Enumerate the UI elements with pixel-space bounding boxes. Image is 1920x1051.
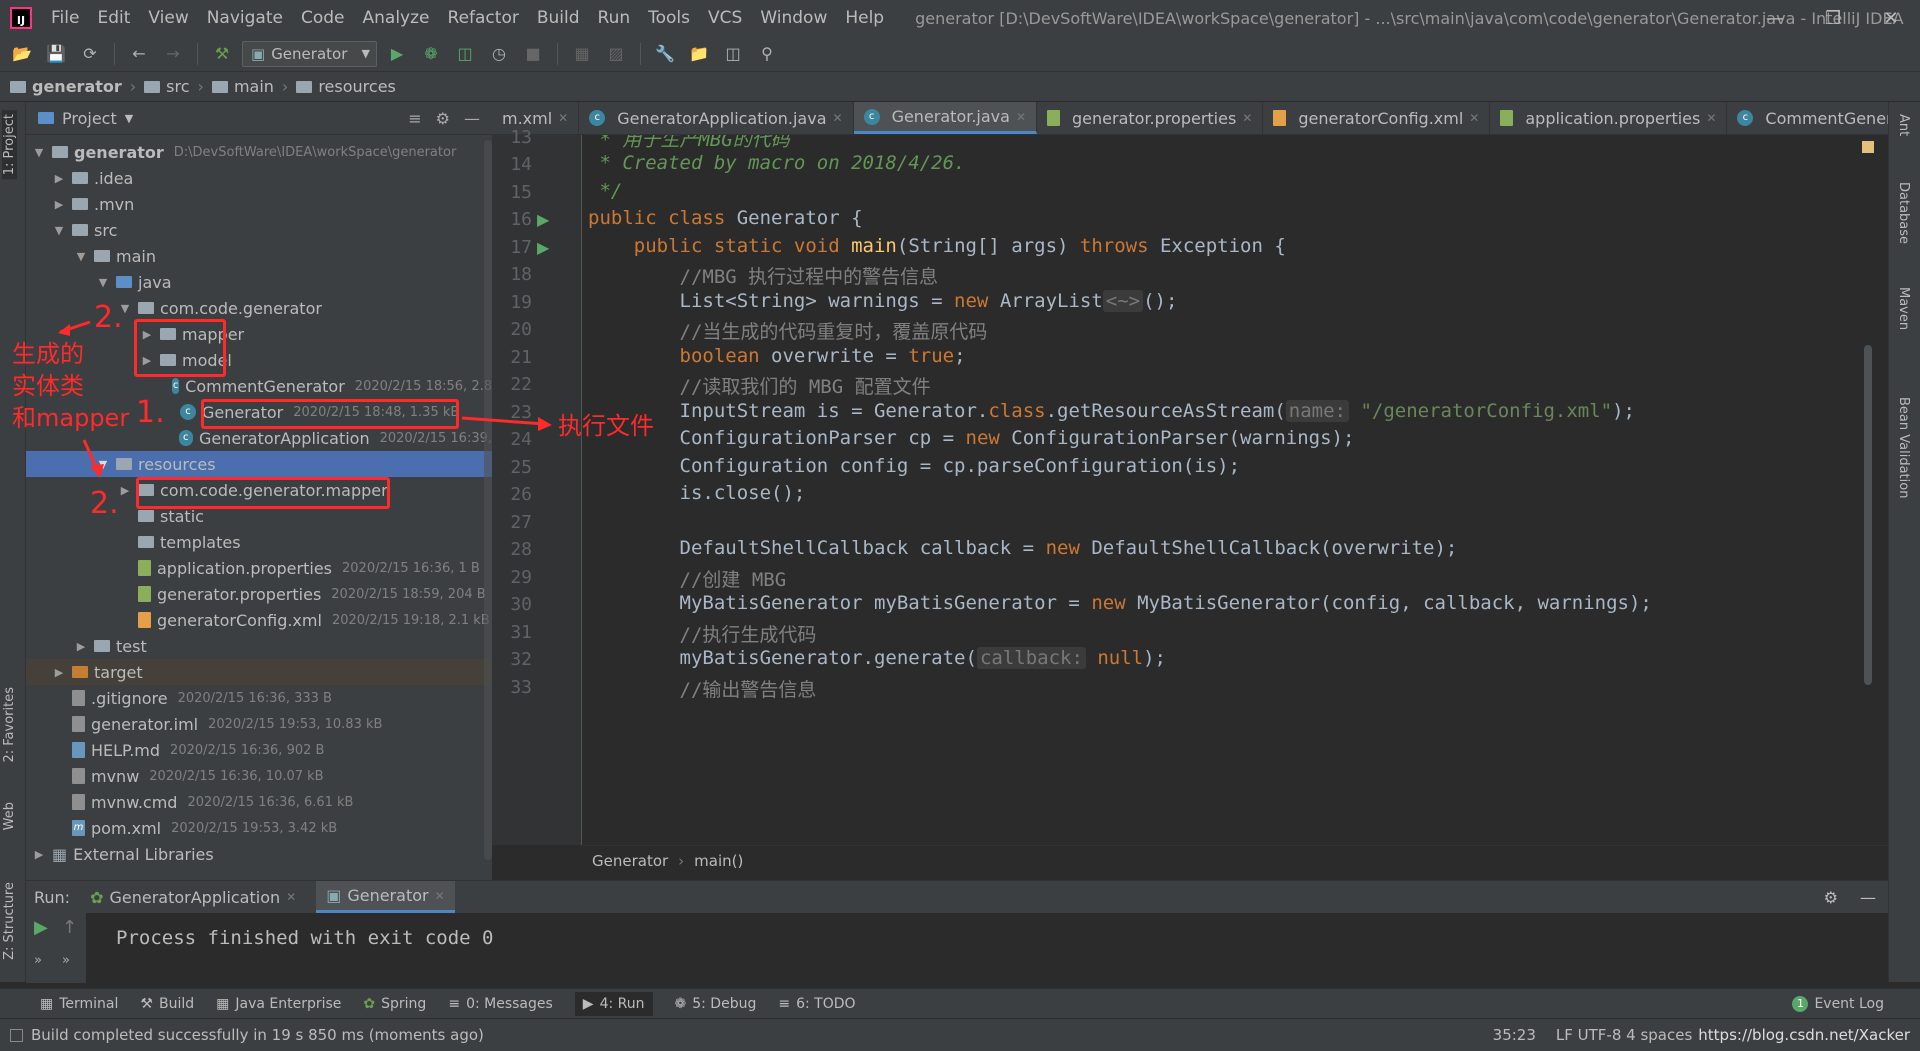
annotation-arrowhead — [58, 324, 70, 336]
annotation-arrowhead — [90, 464, 104, 478]
annotation-arrow — [461, 416, 546, 426]
annotation-arrowhead — [538, 417, 552, 431]
annotation-arrows — [58, 320, 552, 478]
